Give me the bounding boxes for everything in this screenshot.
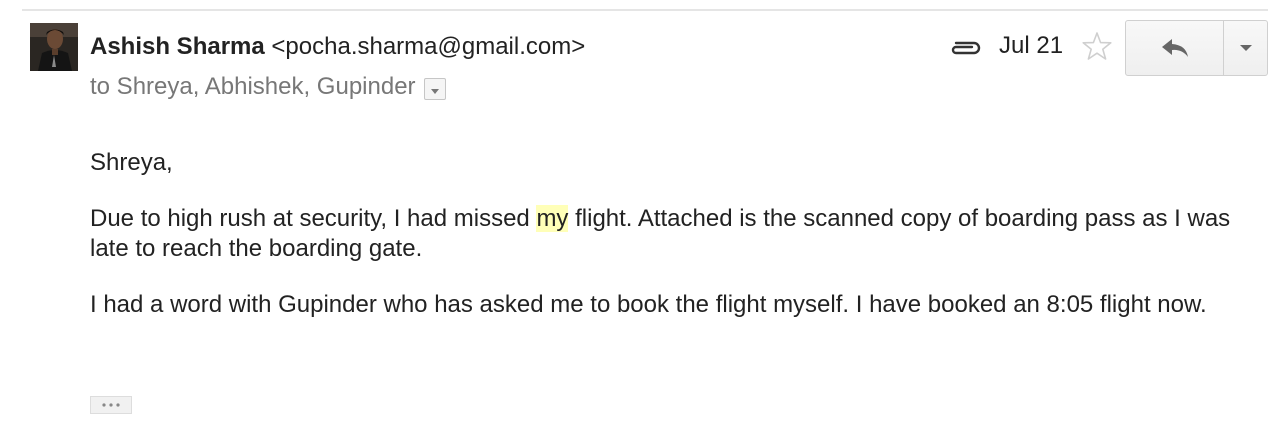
paperclip-icon bbox=[951, 41, 981, 55]
sender-email: <pocha.sharma@gmail.com> bbox=[271, 33, 586, 60]
body-paragraph-1: Due to high rush at security, I had miss… bbox=[90, 204, 1250, 264]
recipients-text: to Shreya, Abhishek, Gupinder bbox=[90, 73, 416, 100]
dropdown-caret-icon bbox=[1239, 45, 1252, 51]
avatar-photo bbox=[30, 23, 78, 71]
search-highlight: my bbox=[536, 205, 569, 232]
email-message-view: Ashish Sharma <pocha.sharma@gmail.com> t… bbox=[0, 0, 1284, 432]
body-greeting: Shreya, bbox=[90, 149, 173, 176]
sender-avatar[interactable] bbox=[30, 23, 78, 71]
reply-arrow-icon bbox=[1161, 39, 1188, 57]
reply-button[interactable] bbox=[1126, 21, 1224, 75]
body-paragraph-2: I had a word with Gupinder who has asked… bbox=[90, 291, 1207, 318]
message-body: Shreya, Due to high rush at security, I … bbox=[90, 148, 1250, 320]
more-actions-button[interactable] bbox=[1224, 21, 1267, 75]
message-date[interactable]: Jul 21 bbox=[999, 31, 1063, 61]
ellipsis-icon bbox=[102, 403, 120, 407]
sender-line: Ashish Sharma <pocha.sharma@gmail.com> bbox=[90, 32, 585, 62]
chevron-down-icon bbox=[430, 89, 439, 94]
body-paragraph-1-start: Due to high rush at security, I had miss… bbox=[90, 205, 537, 232]
divider bbox=[22, 9, 1268, 11]
show-trimmed-content-button[interactable] bbox=[90, 396, 132, 414]
recipients-line: to Shreya, Abhishek, Gupinder bbox=[90, 72, 446, 102]
reply-button-group bbox=[1125, 20, 1268, 76]
star-outline-icon[interactable] bbox=[1080, 30, 1114, 64]
sender-name[interactable]: Ashish Sharma bbox=[90, 33, 265, 60]
show-details-button[interactable] bbox=[423, 78, 446, 100]
